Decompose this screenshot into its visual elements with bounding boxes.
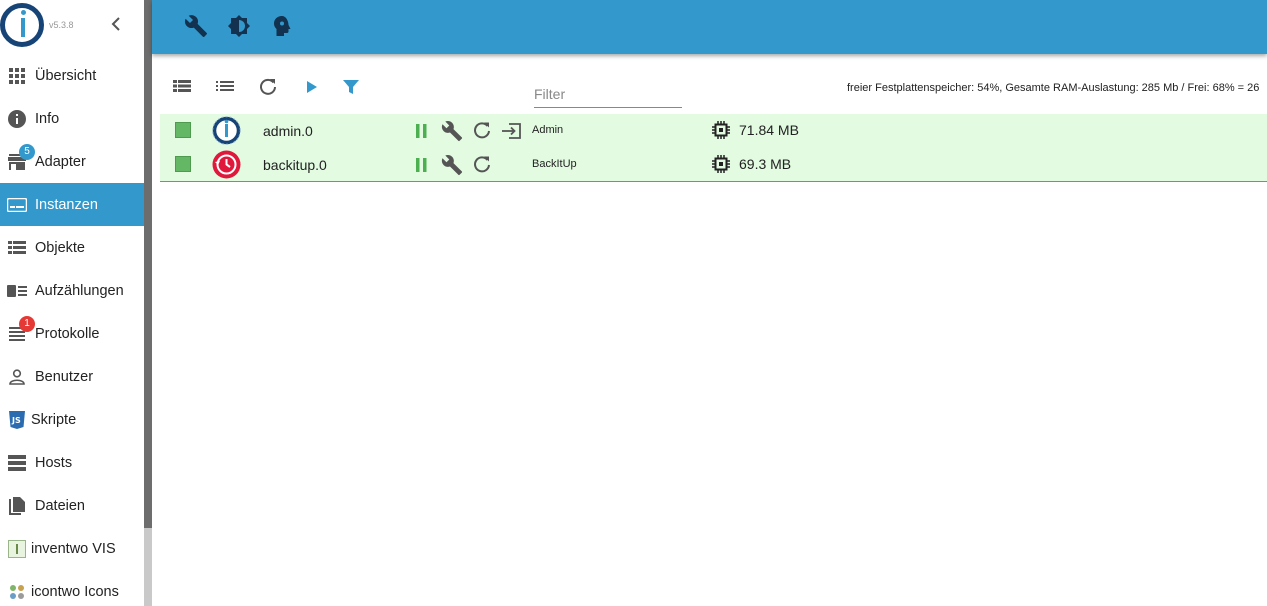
- sidebar-item-instanzen[interactable]: Instanzen: [0, 183, 144, 226]
- chevron-left-icon[interactable]: [108, 15, 124, 35]
- sidebar-item-uebersicht[interactable]: Übersicht: [0, 54, 144, 97]
- memory-chip-icon: [712, 155, 730, 173]
- sidebar-item-label: Adapter: [35, 153, 86, 170]
- sidebar-item-label: Info: [35, 110, 60, 127]
- sidebar-item-label: Übersicht: [35, 67, 97, 84]
- sidebar-item-skripte[interactable]: JS Skripte: [0, 398, 144, 441]
- instances-toolbar: freier Festplattenspeicher: 54%, Gesamte…: [160, 66, 1267, 110]
- sidebar-item-adapter[interactable]: 5 Adapter: [0, 140, 144, 183]
- refresh-icon[interactable]: [259, 78, 279, 98]
- instance-memory: 69.3 MB: [739, 156, 792, 172]
- status-indicator[interactable]: [175, 156, 191, 172]
- pause-icon[interactable]: [411, 154, 433, 176]
- log-icon: 1: [7, 315, 35, 344]
- info-icon: [7, 109, 27, 129]
- adapter-update-badge: 5: [19, 143, 35, 160]
- sidebar-item-label: Instanzen: [35, 196, 98, 213]
- expert-mode-icon[interactable]: [270, 14, 294, 38]
- sidebar-item-label: Aufzählungen: [35, 282, 124, 299]
- instance-name: admin.0: [263, 123, 313, 139]
- brightness-icon[interactable]: [227, 14, 251, 38]
- instances-icon: [7, 195, 27, 215]
- log-error-badge: 1: [19, 315, 35, 332]
- status-indicator[interactable]: [175, 122, 191, 138]
- top-app-bar: [152, 0, 1267, 54]
- list-icon: [7, 238, 27, 258]
- system-status-text: freier Festplattenspeicher: 54%, Gesamte…: [847, 82, 1260, 94]
- settings-wrench-icon[interactable]: [441, 120, 463, 142]
- grid-icon: [7, 66, 27, 86]
- sidebar-item-aufzaehlungen[interactable]: Aufzählungen: [0, 269, 144, 312]
- sidebar-header: v5.3.8: [0, 0, 144, 54]
- sidebar-item-inventwo-vis[interactable]: inventwo VIS: [0, 527, 144, 570]
- sidebar-item-label: Benutzer: [35, 368, 94, 385]
- sidebar-menu: Übersicht Info 5 Adapter Instanzen Objek…: [0, 54, 144, 606]
- play-icon[interactable]: [303, 78, 323, 98]
- sidebar-item-hosts[interactable]: Hosts: [0, 441, 144, 484]
- admin-adapter-icon: [212, 116, 241, 145]
- sidebar-item-label: Protokolle: [35, 325, 100, 342]
- sidebar-item-label: Skripte: [31, 411, 77, 428]
- store-icon: 5: [7, 143, 35, 172]
- open-web-icon[interactable]: [501, 120, 523, 142]
- pause-icon[interactable]: [411, 120, 433, 142]
- sidebar: v5.3.8 Übersicht Info 5 Adapter Instanze…: [0, 0, 144, 606]
- settings-wrench-icon[interactable]: [441, 154, 463, 176]
- filter-icon[interactable]: [342, 78, 362, 98]
- iobroker-logo-icon: [0, 3, 44, 47]
- sidebar-item-dateien[interactable]: Dateien: [0, 484, 144, 527]
- sidebar-item-benutzer[interactable]: Benutzer: [0, 355, 144, 398]
- sidebar-item-protokolle[interactable]: 1 Protokolle: [0, 312, 144, 355]
- instances-table: admin.0 Admin 71.84 MB backitup.0 BackIt…: [160, 114, 1267, 182]
- instance-title: BackItUp: [532, 158, 577, 170]
- user-icon: [7, 367, 27, 387]
- instance-memory: 71.84 MB: [739, 122, 799, 138]
- inventwo-icon: [7, 539, 27, 559]
- memory-chip-icon: [712, 121, 730, 139]
- scrollbar-thumb[interactable]: [144, 528, 152, 606]
- app: v5.3.8 Übersicht Info 5 Adapter Instanze…: [0, 0, 1267, 606]
- sidebar-item-label: inventwo VIS: [31, 540, 116, 557]
- icontwo-icon: [7, 582, 27, 602]
- sidebar-item-label: Hosts: [35, 454, 73, 471]
- wrench-icon[interactable]: [184, 14, 208, 38]
- app-version: v5.3.8: [49, 20, 74, 30]
- view-list-icon[interactable]: [216, 78, 236, 98]
- restart-icon[interactable]: [471, 154, 493, 176]
- sidebar-item-objekte[interactable]: Objekte: [0, 226, 144, 269]
- filter-input[interactable]: [534, 80, 682, 108]
- backitup-adapter-icon: [212, 150, 241, 179]
- sidebar-item-info[interactable]: Info: [0, 97, 144, 140]
- hosts-icon: [7, 453, 27, 473]
- restart-icon[interactable]: [471, 120, 493, 142]
- enum-icon: [7, 281, 27, 301]
- instance-title: Admin: [532, 124, 564, 136]
- table-row[interactable]: admin.0 Admin 71.84 MB: [160, 114, 1267, 148]
- instance-name: backitup.0: [263, 157, 327, 173]
- sidebar-item-label: Dateien: [35, 497, 85, 514]
- sidebar-item-icontwo-icons[interactable]: icontwo Icons: [0, 570, 144, 606]
- view-compact-icon[interactable]: [173, 78, 193, 98]
- sidebar-item-label: Objekte: [35, 239, 85, 256]
- sidebar-scrollbar[interactable]: [144, 0, 152, 606]
- svg-text:JS: JS: [11, 416, 21, 425]
- sidebar-item-label: icontwo Icons: [31, 583, 119, 600]
- js-icon: JS: [7, 410, 27, 430]
- table-row[interactable]: backitup.0 BackItUp 69.3 MB: [160, 148, 1267, 182]
- files-icon: [7, 496, 27, 516]
